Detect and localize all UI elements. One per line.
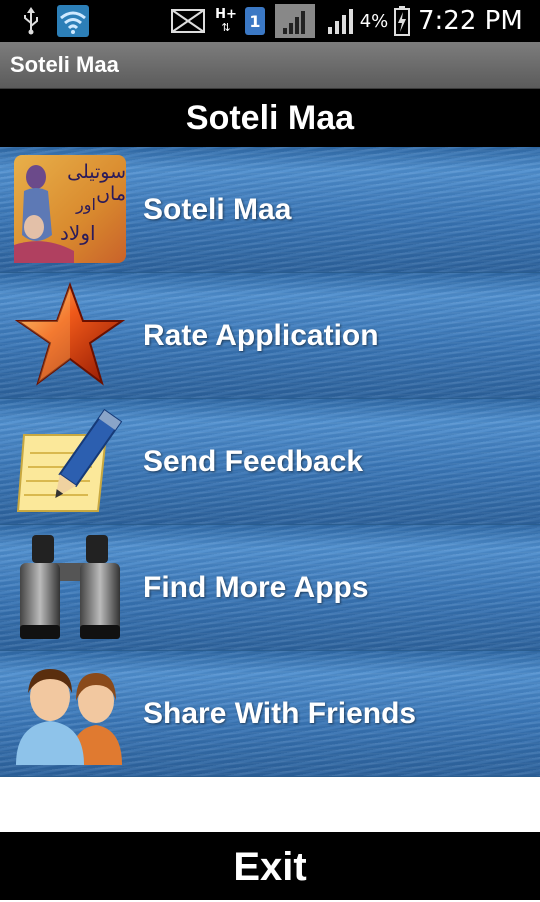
users-icon: [14, 659, 126, 767]
sim-badge: 1: [249, 11, 261, 31]
no-signal-icon: [168, 0, 208, 42]
star-icon: [14, 281, 126, 389]
pencil-note-icon: [14, 407, 126, 515]
menu-list: سوتیلی ماں اور اولاد Soteli Maa Rate App…: [0, 147, 540, 777]
menu-item-send-feedback[interactable]: Send Feedback: [0, 399, 540, 525]
menu-item-soteli-maa[interactable]: سوتیلی ماں اور اولاد Soteli Maa: [0, 147, 540, 273]
binoculars-icon: [14, 533, 126, 641]
app-title-bar: Soteli Maa: [0, 42, 540, 89]
page-title: Soteli Maa: [185, 99, 355, 137]
signal-strength-icon: [326, 0, 356, 42]
menu-item-rate-application[interactable]: Rate Application: [0, 273, 540, 399]
battery-charging-icon: [394, 0, 410, 42]
menu-item-label: Send Feedback: [143, 445, 364, 478]
status-bar: H+ ⇅ 1 4% 7:22 PM: [0, 0, 540, 42]
app-title: Soteli Maa: [10, 52, 119, 77]
menu-item-share-with-friends[interactable]: Share With Friends: [0, 651, 540, 777]
network-type-label: H+: [215, 7, 237, 22]
menu-item-label: Share With Friends: [143, 697, 417, 730]
menu-item-find-more-apps[interactable]: Find More Apps: [0, 525, 540, 651]
page-header: Soteli Maa: [0, 89, 540, 147]
signal-box-icon: [274, 0, 316, 42]
battery-percent: 4%: [359, 10, 389, 32]
menu-item-label: Find More Apps: [143, 571, 369, 604]
book-cover-icon: سوتیلی ماں اور اولاد: [14, 155, 126, 263]
sim-icon: 1: [244, 0, 266, 42]
network-type-icon: H+ ⇅: [215, 7, 237, 34]
cover-title-line3: اولاد: [60, 221, 96, 245]
wifi-icon: [56, 0, 90, 42]
clock: 7:22 PM: [418, 6, 523, 36]
cover-title-line2: اور: [76, 195, 96, 214]
menu-item-label: Rate Application: [143, 319, 379, 352]
exit-button[interactable]: Exit: [0, 832, 540, 900]
usb-icon: [18, 0, 44, 42]
exit-label: Exit: [233, 845, 307, 889]
menu-item-label: Soteli Maa: [143, 193, 292, 226]
